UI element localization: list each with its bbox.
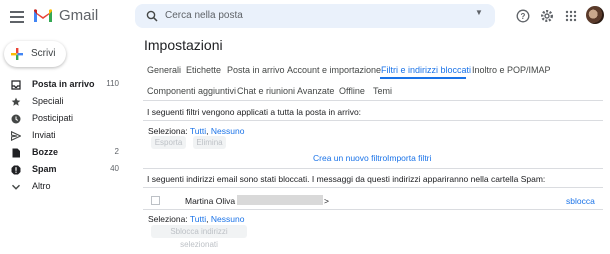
chevron-down-icon bbox=[11, 184, 21, 190]
tab-advanced[interactable]: Avanzate bbox=[297, 86, 334, 96]
compose-label: Scrivi bbox=[31, 48, 56, 59]
star-icon bbox=[11, 97, 21, 106]
draft-icon bbox=[12, 148, 20, 158]
svg-text:?: ? bbox=[521, 12, 526, 21]
export-button[interactable]: Esporta bbox=[151, 136, 186, 149]
compose-plus-icon bbox=[11, 48, 23, 60]
unblock-selected-button[interactable]: Sblocca indirizzi selezionati bbox=[151, 225, 247, 249]
sidebar-item-count: 2 bbox=[114, 147, 119, 156]
tab-accounts-import[interactable]: Account e importazione bbox=[287, 65, 381, 75]
sidebar-item-more[interactable]: Altro bbox=[0, 179, 128, 195]
tab-addons[interactable]: Componenti aggiuntivi bbox=[147, 86, 236, 96]
select-all-link[interactable]: Tutti bbox=[190, 214, 206, 224]
active-tab-indicator bbox=[380, 77, 466, 79]
send-icon bbox=[11, 131, 21, 141]
blocked-heading: I seguenti indirizzi email sono stati bl… bbox=[147, 174, 546, 184]
blocked-sender-name: Martina Oliva < bbox=[185, 196, 242, 206]
main-menu-icon[interactable] bbox=[10, 9, 24, 23]
search-options-icon[interactable]: ▼ bbox=[475, 8, 483, 17]
select-label: Seleziona: bbox=[148, 126, 188, 136]
account-avatar[interactable] bbox=[586, 6, 604, 24]
search-input[interactable]: Cerca nella posta bbox=[165, 10, 243, 21]
gmail-logo[interactable] bbox=[33, 8, 53, 23]
tab-offline[interactable]: Offline bbox=[339, 86, 365, 96]
help-icon[interactable]: ? bbox=[516, 9, 530, 23]
sidebar-item-label: Posticipati bbox=[32, 113, 74, 123]
import-filters-link[interactable]: Importa filtri bbox=[387, 153, 431, 163]
sidebar-item-count: 110 bbox=[106, 79, 119, 88]
tab-filters-blocked[interactable]: Filtri e indirizzi bloccati bbox=[381, 65, 471, 75]
divider bbox=[143, 187, 603, 188]
unblock-link[interactable]: sblocca bbox=[566, 196, 595, 206]
sidebar-item-label: Inviati bbox=[32, 130, 56, 140]
spam-icon bbox=[11, 165, 21, 175]
select-all-link[interactable]: Tutti bbox=[190, 126, 206, 136]
tab-themes[interactable]: Temi bbox=[373, 86, 392, 96]
select-none-link[interactable]: Nessuno bbox=[211, 126, 245, 136]
delete-button[interactable]: Elimina bbox=[193, 136, 226, 149]
tab-inbox[interactable]: Posta in arrivo bbox=[227, 65, 285, 75]
select-none-link[interactable]: Nessuno bbox=[211, 214, 245, 224]
sidebar-item-sent[interactable]: Inviati bbox=[0, 128, 128, 144]
google-apps-icon[interactable] bbox=[565, 10, 577, 22]
sidebar-item-label: Speciali bbox=[32, 96, 64, 106]
sidebar-item-spam[interactable]: Spam 40 bbox=[0, 162, 128, 178]
tab-chat-meet[interactable]: Chat e riunioni bbox=[237, 86, 295, 96]
address-close-bracket: > bbox=[324, 196, 329, 206]
blocked-address-checkbox[interactable] bbox=[151, 196, 160, 205]
tab-forwarding-pop-imap[interactable]: Inoltro e POP/IMAP bbox=[472, 65, 551, 75]
search-icon[interactable] bbox=[146, 10, 158, 22]
select-label: Seleziona: bbox=[148, 214, 188, 224]
sender-name: Martina Oliva bbox=[185, 196, 236, 206]
settings-gear-icon[interactable] bbox=[540, 9, 554, 23]
sidebar-item-inbox[interactable]: Posta in arrivo 110 bbox=[0, 77, 128, 93]
sidebar-item-snoozed[interactable]: Posticipati bbox=[0, 111, 128, 127]
page-title: Impostazioni bbox=[144, 37, 223, 53]
filters-select-row: Seleziona: Tutti, Nessuno bbox=[148, 126, 245, 136]
sidebar-item-label: Altro bbox=[32, 181, 51, 191]
sidebar-item-label: Spam bbox=[32, 164, 57, 174]
clock-icon bbox=[11, 114, 21, 124]
sidebar-item-label: Posta in arrivo bbox=[32, 79, 95, 89]
tab-general[interactable]: Generali bbox=[147, 65, 181, 75]
tab-labels[interactable]: Etichette bbox=[186, 65, 221, 75]
filters-heading: I seguenti filtri vengono applicati a tu… bbox=[147, 107, 362, 117]
sidebar-item-label: Bozze bbox=[32, 147, 59, 157]
sidebar-item-drafts[interactable]: Bozze 2 bbox=[0, 145, 128, 161]
divider bbox=[143, 168, 603, 169]
app-name: Gmail bbox=[59, 7, 99, 24]
inbox-icon bbox=[11, 80, 21, 90]
sidebar-item-starred[interactable]: Speciali bbox=[0, 94, 128, 110]
redacted-email-address bbox=[237, 195, 323, 205]
divider bbox=[143, 209, 603, 210]
divider bbox=[143, 100, 603, 101]
blocked-select-row: Seleziona: Tutti, Nessuno bbox=[148, 214, 245, 224]
create-filter-link[interactable]: Crea un nuovo filtro bbox=[313, 153, 387, 163]
divider bbox=[143, 120, 603, 121]
sidebar-item-count: 40 bbox=[110, 164, 119, 173]
